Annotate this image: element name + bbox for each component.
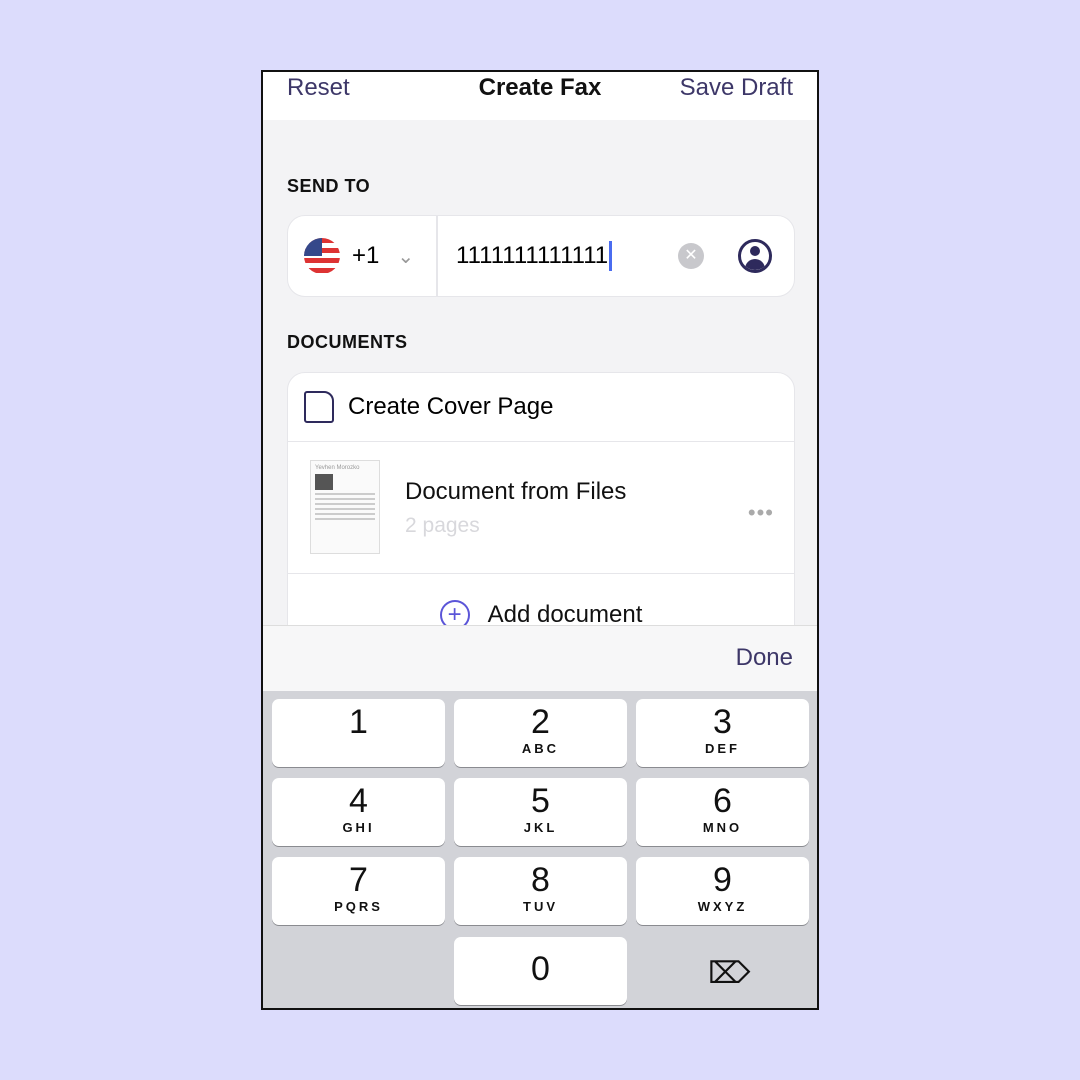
us-flag-icon: [304, 238, 340, 274]
key-letters: TUV: [523, 899, 558, 914]
key-1[interactable]: 1: [272, 699, 445, 767]
add-document-button[interactable]: + Add document: [288, 574, 794, 630]
key-4[interactable]: 4 GHI: [272, 778, 445, 846]
keyboard-accessory-bar: Done: [263, 625, 817, 691]
chevron-down-icon: ⌄: [397, 245, 415, 268]
key-8[interactable]: 8 TUV: [454, 857, 627, 925]
key-letters: JKL: [523, 820, 558, 835]
key-digit: 8: [531, 861, 550, 899]
key-digit: 9: [713, 861, 732, 899]
key-digit: 2: [531, 703, 550, 741]
add-document-icon: [304, 391, 334, 423]
document-name: Document from Files: [405, 478, 627, 505]
key-0[interactable]: 0: [454, 937, 627, 1005]
contact-icon[interactable]: [738, 239, 772, 273]
key-digit: 6: [713, 782, 732, 820]
key-letters: DEF: [705, 741, 740, 756]
phone-input-group: +1 ⌄ 1111111111111 ✕: [287, 215, 795, 297]
thumb-title: Yevhen Morozko: [315, 465, 360, 471]
key-2[interactable]: 2 ABC: [454, 699, 627, 767]
key-digit: 0: [531, 950, 550, 988]
key-letters: MNO: [702, 820, 743, 835]
backspace-icon[interactable]: ⌦: [708, 956, 750, 991]
numeric-keypad: 1 2 ABC 3 DEF 4 GHI 5 JKL 6 MNO 7 PQRS 8 TUV 9W…: [263, 691, 817, 1008]
key-letters: WXYZ: [697, 899, 748, 914]
create-cover-page-button[interactable]: Create Cover Page: [288, 373, 794, 442]
key-7[interactable]: 7 PQRS: [272, 857, 445, 925]
documents-label: DOCUMENTS: [287, 332, 408, 352]
country-code-picker[interactable]: +1 ⌄: [288, 216, 438, 296]
clear-icon[interactable]: ✕: [678, 243, 704, 269]
document-pages: 2 pages: [405, 514, 480, 537]
country-code: +1: [352, 242, 380, 269]
key-3[interactable]: 3 DEF: [636, 699, 809, 767]
fax-number-value: 1111111111111: [456, 242, 609, 269]
document-item[interactable]: Yevhen Morozko Document from Files 2 pag…: [288, 442, 794, 574]
key-letters: ABC: [521, 741, 560, 756]
key-digit: 3: [713, 703, 732, 741]
key-digit: 1: [349, 703, 368, 741]
cover-label: Create Cover Page: [348, 393, 554, 420]
key-digit: 4: [349, 782, 368, 820]
send-to-label: SEND TO: [287, 176, 371, 196]
key-letters: PQRS: [334, 899, 383, 914]
key-9[interactable]: 9 WXYZ: [636, 857, 809, 925]
done-button[interactable]: Done: [736, 644, 793, 672]
fax-number-input[interactable]: 1111111111111: [438, 241, 678, 271]
key-5[interactable]: 5 JKL: [454, 778, 627, 846]
key-letters: GHI: [342, 820, 375, 835]
save-draft-button[interactable]: Save Draft: [680, 74, 793, 102]
phone-screen: Reset Create Fax Save Draft SEND TO +1 ⌄…: [261, 70, 819, 1010]
nav-bar: Reset Create Fax Save Draft: [263, 72, 817, 120]
text-caret: [609, 241, 613, 271]
key-digit: 7: [349, 861, 368, 899]
key-digit: 5: [531, 782, 550, 820]
key-6[interactable]: 6 MNO: [636, 778, 809, 846]
more-icon[interactable]: •••: [748, 500, 774, 526]
document-thumbnail: Yevhen Morozko: [310, 460, 380, 554]
